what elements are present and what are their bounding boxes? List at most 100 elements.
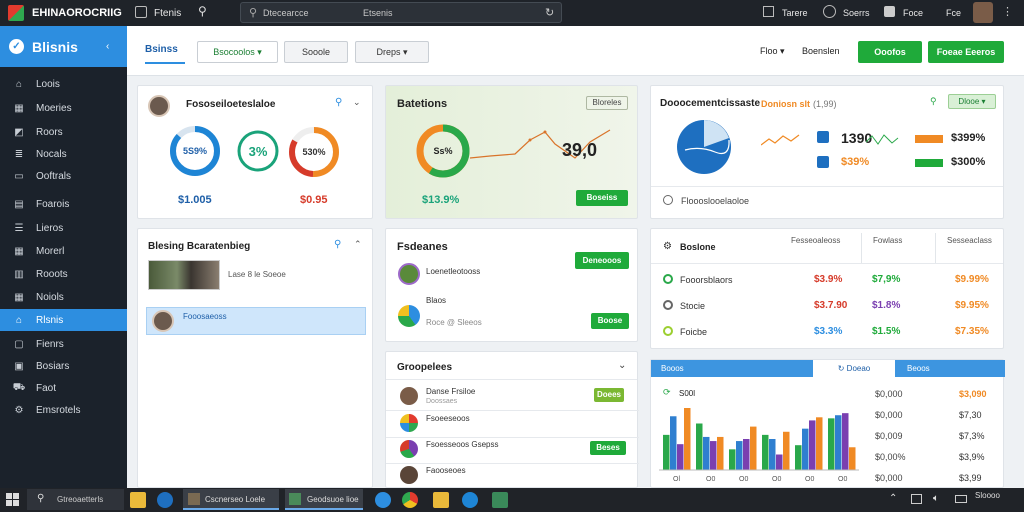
card5-row1-name: Loenetleotooss [426,267,481,276]
more-icon[interactable]: ⋮ [1002,5,1013,18]
row-radio-icon[interactable] [663,274,673,284]
menu-ftenis[interactable]: Ftenis [154,8,181,19]
card6-chevron-down-icon[interactable]: ⌄ [618,360,626,371]
card1-chevron-down-icon[interactable]: ⌄ [353,97,361,108]
chart-bar [776,454,783,470]
card5-btn-top-label: Deneooos [582,256,622,265]
table-row[interactable]: Fooorsblaors $3.9% $7,9% $9.99% [651,271,1005,293]
taskbar-folder-icon[interactable] [130,492,146,508]
row-radio-icon[interactable] [663,326,673,336]
taskbar-app-1[interactable]: Cscnerseo Loele [183,489,279,510]
chart-axis-value: $0,000 [875,389,903,399]
bsocoolos-button[interactable]: Bsocoolos ▾ [197,41,278,63]
table-row[interactable]: Foicbe $3.3% $1.5% $7.35% [651,323,1005,345]
card5-deneooos-button[interactable]: Deneooos [575,252,629,269]
card8-label: S00l [679,389,696,398]
sidebar-item-nocals[interactable]: ≣ Nocals [0,143,127,165]
list-item-button[interactable]: Doees [594,388,624,402]
card8-tab-2-icon: ↻ [837,364,845,373]
card4-row2-avatar [152,310,174,332]
row-radio-icon[interactable] [663,300,673,310]
floo-link[interactable]: Floo ▾ [760,46,785,57]
sidebar-item-morerl[interactable]: ▦ Morerl [0,240,127,262]
sidebar-item-roors[interactable]: ◩ Roors [0,121,127,143]
card3-small-icon-2 [817,156,829,168]
sidebar-item-lieros[interactable]: ☰ Lieros [0,217,127,239]
foeae-eeeros-button[interactable]: Foeae Eeeros [928,41,1004,63]
tab-bsinss[interactable]: Bsinss [145,44,185,64]
sidebar-item-loois[interactable]: ⌂ Loois [0,73,127,95]
card6-divider [386,379,637,380]
sidebar-item-noiols[interactable]: ▦ Noiols [0,286,127,308]
card8-tab-3[interactable]: Beoos [907,364,930,373]
card4-chevron-up-icon[interactable]: ⌃ [354,239,362,250]
notification-icon[interactable] [884,6,895,17]
card1-search-icon[interactable]: ⚲ [335,97,342,108]
card4-search-icon[interactable]: ⚲ [334,239,341,250]
card8-tab-2[interactable]: ↻ Doeao [813,360,895,377]
top-link-1[interactable]: Tarere [782,8,808,18]
collapse-icon[interactable]: ‹ [106,41,109,52]
floo-label: Floo [760,46,778,56]
refresh-icon[interactable]: ↻ [545,6,554,19]
list-item[interactable]: Fsoeeseoos [386,412,639,438]
sidebar-item-moeries[interactable]: ▦ Moeries [0,97,127,119]
card4-selected-row[interactable]: Fooosaeoss [146,307,366,335]
sidebar-item-foarois[interactable]: ▤ Foarois [0,193,127,215]
taskbar-search[interactable]: ⚲ Gtreoaetterls [27,489,124,510]
card3-sparkline-1 [761,134,800,146]
taskbar-edge-icon[interactable] [462,492,478,508]
card6-title: Groopelees [397,362,453,373]
tray-network-icon[interactable] [911,494,922,504]
user-avatar[interactable] [973,2,993,23]
sidebar-item-bosiars[interactable]: ▣ Bosiars [0,355,127,377]
card5-boose-button[interactable]: Boose [591,313,629,329]
help-icon[interactable] [823,5,836,18]
chart-x-tick: O0 [772,476,781,483]
card2-boseiss-button[interactable]: Boseiss [576,190,628,206]
table-row[interactable]: Stocie $3.7.90 $1.8% $9.95% [651,297,1005,319]
taskbar-chrome-icon[interactable] [402,492,418,508]
taskbar-photos-icon[interactable] [492,492,508,508]
brand-check-icon: ✓ [9,39,24,54]
top-link-4[interactable]: Fce [946,8,961,18]
card8-tab-1[interactable]: Booos [661,364,684,373]
tray-battery-icon[interactable] [955,495,967,503]
taskbar-files-icon[interactable] [433,492,449,508]
card3-orange-bar [915,135,943,143]
taskbar-globe-icon[interactable] [375,492,391,508]
sidebar-item-rooots[interactable]: ▥ Rooots [0,263,127,285]
card3-search-icon[interactable]: ⚲ [930,96,943,109]
boenslen-link[interactable]: Boenslen [802,46,840,56]
card3-dlooe-button[interactable]: Dlooe ▾ [948,94,996,109]
sidebar-item-ooftrals[interactable]: ▭ Ooftrals [0,165,127,187]
sidebar-item-label: Fienrs [36,338,64,350]
list-item[interactable]: Danse Frsiloe Doossaes Doees [386,385,639,411]
window-icon[interactable] [763,6,774,17]
app-logo-icon [8,5,24,21]
tray-volume-icon[interactable]: 🔈︎ [933,493,939,504]
dreps-button[interactable]: Dreps ▾ [355,41,429,63]
search-icon[interactable]: ⚲ [198,4,207,18]
ooofos-button[interactable]: Ooofos [858,41,922,63]
search-input[interactable]: ⚲ Dtecearcce Etsenis ↻ [240,2,562,23]
top-link-2[interactable]: Soerrs [843,8,870,18]
chart-bar [783,431,790,470]
taskbar-browser-icon[interactable] [157,492,173,508]
gauge-3-label: 530% [302,147,326,157]
list-item-button[interactable]: Beses [590,441,626,455]
sidebar-item-emsrotels[interactable]: ⚙ Emsrotels [0,399,127,421]
sidebar-item-fienrs[interactable]: ▢ Fienrs [0,333,127,355]
sidebar-item-faot[interactable]: ⛟ Faot [0,377,127,399]
card3-radio-icon[interactable] [663,195,673,205]
sooole-button[interactable]: Sooole [284,41,348,63]
list-item[interactable]: Fsoesseoos Gsepss Beses [386,438,639,464]
start-button[interactable] [6,493,19,506]
menu-icon[interactable] [135,6,147,18]
taskbar-app-2[interactable]: Geodsuoe lioe [285,489,363,510]
sidebar-item-rlsnis[interactable]: ⌂ Rlsnis [0,309,127,331]
tray-chevron-up-icon[interactable]: ⌃ [889,493,897,504]
top-link-3[interactable]: Foce [903,8,923,18]
card3-divider [651,186,1003,187]
list-item[interactable]: Faooseoes [386,464,639,489]
